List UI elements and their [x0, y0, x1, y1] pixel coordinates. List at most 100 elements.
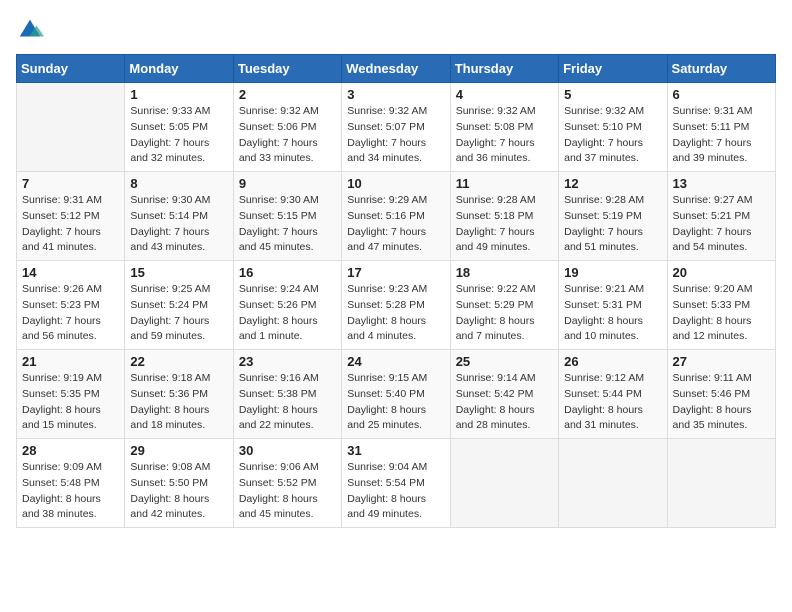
- weekday-header-tuesday: Tuesday: [233, 55, 341, 83]
- calendar-cell: 21 Sunrise: 9:19 AMSunset: 5:35 PMDayligh…: [17, 350, 125, 439]
- calendar-cell: 12 Sunrise: 9:28 AMSunset: 5:19 PMDayligh…: [559, 172, 667, 261]
- day-info: Sunrise: 9:19 AMSunset: 5:35 PMDaylight:…: [22, 371, 119, 434]
- weekday-header-row: SundayMondayTuesdayWednesdayThursdayFrid…: [17, 55, 776, 83]
- calendar-cell: 7 Sunrise: 9:31 AMSunset: 5:12 PMDaylight…: [17, 172, 125, 261]
- day-number: 15: [130, 265, 227, 280]
- calendar-cell: 10 Sunrise: 9:29 AMSunset: 5:16 PMDayligh…: [342, 172, 450, 261]
- day-number: 18: [456, 265, 553, 280]
- calendar-cell: 27 Sunrise: 9:11 AMSunset: 5:46 PMDayligh…: [667, 350, 775, 439]
- weekday-header-friday: Friday: [559, 55, 667, 83]
- day-number: 7: [22, 176, 119, 191]
- calendar-cell: 4 Sunrise: 9:32 AMSunset: 5:08 PMDaylight…: [450, 83, 558, 172]
- day-info: Sunrise: 9:33 AMSunset: 5:05 PMDaylight:…: [130, 104, 227, 167]
- calendar-cell: 15 Sunrise: 9:25 AMSunset: 5:24 PMDayligh…: [125, 261, 233, 350]
- calendar-cell: 23 Sunrise: 9:16 AMSunset: 5:38 PMDayligh…: [233, 350, 341, 439]
- weekday-header-thursday: Thursday: [450, 55, 558, 83]
- day-info: Sunrise: 9:30 AMSunset: 5:15 PMDaylight:…: [239, 193, 336, 256]
- day-number: 26: [564, 354, 661, 369]
- day-info: Sunrise: 9:20 AMSunset: 5:33 PMDaylight:…: [673, 282, 770, 345]
- day-number: 8: [130, 176, 227, 191]
- day-number: 9: [239, 176, 336, 191]
- day-info: Sunrise: 9:15 AMSunset: 5:40 PMDaylight:…: [347, 371, 444, 434]
- calendar-cell: [450, 439, 558, 528]
- calendar-cell: 16 Sunrise: 9:24 AMSunset: 5:26 PMDayligh…: [233, 261, 341, 350]
- day-info: Sunrise: 9:31 AMSunset: 5:12 PMDaylight:…: [22, 193, 119, 256]
- day-number: 19: [564, 265, 661, 280]
- day-number: 4: [456, 87, 553, 102]
- day-info: Sunrise: 9:08 AMSunset: 5:50 PMDaylight:…: [130, 460, 227, 523]
- calendar-cell: 5 Sunrise: 9:32 AMSunset: 5:10 PMDaylight…: [559, 83, 667, 172]
- calendar-cell: 31Sunrise: 9:04 AMSunset: 5:54 PMDayligh…: [342, 439, 450, 528]
- day-info: Sunrise: 9:25 AMSunset: 5:24 PMDaylight:…: [130, 282, 227, 345]
- day-number: 13: [673, 176, 770, 191]
- calendar-cell: 17Sunrise: 9:23 AMSunset: 5:28 PMDayligh…: [342, 261, 450, 350]
- week-row-5: 28Sunrise: 9:09 AMSunset: 5:48 PMDayligh…: [17, 439, 776, 528]
- calendar-cell: 1 Sunrise: 9:33 AMSunset: 5:05 PMDaylight…: [125, 83, 233, 172]
- day-number: 2: [239, 87, 336, 102]
- calendar-cell: [559, 439, 667, 528]
- day-info: Sunrise: 9:28 AMSunset: 5:19 PMDaylight:…: [564, 193, 661, 256]
- day-number: 25: [456, 354, 553, 369]
- day-info: Sunrise: 9:23 AMSunset: 5:28 PMDaylight:…: [347, 282, 444, 345]
- weekday-header-monday: Monday: [125, 55, 233, 83]
- day-number: 12: [564, 176, 661, 191]
- day-number: 1: [130, 87, 227, 102]
- day-number: 23: [239, 354, 336, 369]
- day-number: 24: [347, 354, 444, 369]
- calendar-cell: 26 Sunrise: 9:12 AMSunset: 5:44 PMDayligh…: [559, 350, 667, 439]
- day-info: Sunrise: 9:31 AMSunset: 5:11 PMDaylight:…: [673, 104, 770, 167]
- calendar-cell: 9 Sunrise: 9:30 AMSunset: 5:15 PMDaylight…: [233, 172, 341, 261]
- day-number: 10: [347, 176, 444, 191]
- day-info: Sunrise: 9:18 AMSunset: 5:36 PMDaylight:…: [130, 371, 227, 434]
- calendar-cell: 13 Sunrise: 9:27 AMSunset: 5:21 PMDayligh…: [667, 172, 775, 261]
- day-info: Sunrise: 9:04 AMSunset: 5:54 PMDaylight:…: [347, 460, 444, 523]
- day-info: Sunrise: 9:32 AMSunset: 5:10 PMDaylight:…: [564, 104, 661, 167]
- week-row-3: 14 Sunrise: 9:26 AMSunset: 5:23 PMDayligh…: [17, 261, 776, 350]
- calendar-cell: 2 Sunrise: 9:32 AMSunset: 5:06 PMDaylight…: [233, 83, 341, 172]
- day-info: Sunrise: 9:21 AMSunset: 5:31 PMDaylight:…: [564, 282, 661, 345]
- day-number: 6: [673, 87, 770, 102]
- week-row-2: 7 Sunrise: 9:31 AMSunset: 5:12 PMDaylight…: [17, 172, 776, 261]
- day-info: Sunrise: 9:32 AMSunset: 5:07 PMDaylight:…: [347, 104, 444, 167]
- weekday-header-wednesday: Wednesday: [342, 55, 450, 83]
- day-info: Sunrise: 9:14 AMSunset: 5:42 PMDaylight:…: [456, 371, 553, 434]
- day-info: Sunrise: 9:11 AMSunset: 5:46 PMDaylight:…: [673, 371, 770, 434]
- day-number: 21: [22, 354, 119, 369]
- day-info: Sunrise: 9:26 AMSunset: 5:23 PMDaylight:…: [22, 282, 119, 345]
- day-info: Sunrise: 9:30 AMSunset: 5:14 PMDaylight:…: [130, 193, 227, 256]
- day-info: Sunrise: 9:06 AMSunset: 5:52 PMDaylight:…: [239, 460, 336, 523]
- day-info: Sunrise: 9:32 AMSunset: 5:08 PMDaylight:…: [456, 104, 553, 167]
- calendar-cell: 3 Sunrise: 9:32 AMSunset: 5:07 PMDaylight…: [342, 83, 450, 172]
- weekday-header-saturday: Saturday: [667, 55, 775, 83]
- day-number: 29: [130, 443, 227, 458]
- calendar-cell: 22Sunrise: 9:18 AMSunset: 5:36 PMDayligh…: [125, 350, 233, 439]
- calendar-cell: 25 Sunrise: 9:14 AMSunset: 5:42 PMDayligh…: [450, 350, 558, 439]
- day-info: Sunrise: 9:24 AMSunset: 5:26 PMDaylight:…: [239, 282, 336, 345]
- calendar-cell: 24 Sunrise: 9:15 AMSunset: 5:40 PMDayligh…: [342, 350, 450, 439]
- day-number: 5: [564, 87, 661, 102]
- day-info: Sunrise: 9:28 AMSunset: 5:18 PMDaylight:…: [456, 193, 553, 256]
- week-row-1: 1 Sunrise: 9:33 AMSunset: 5:05 PMDaylight…: [17, 83, 776, 172]
- day-number: 3: [347, 87, 444, 102]
- day-info: Sunrise: 9:29 AMSunset: 5:16 PMDaylight:…: [347, 193, 444, 256]
- calendar-cell: 19 Sunrise: 9:21 AMSunset: 5:31 PMDayligh…: [559, 261, 667, 350]
- calendar-cell: 18 Sunrise: 9:22 AMSunset: 5:29 PMDayligh…: [450, 261, 558, 350]
- calendar-cell: [17, 83, 125, 172]
- calendar-cell: [667, 439, 775, 528]
- calendar-cell: 30Sunrise: 9:06 AMSunset: 5:52 PMDayligh…: [233, 439, 341, 528]
- day-info: Sunrise: 9:32 AMSunset: 5:06 PMDaylight:…: [239, 104, 336, 167]
- day-number: 27: [673, 354, 770, 369]
- day-number: 20: [673, 265, 770, 280]
- day-info: Sunrise: 9:12 AMSunset: 5:44 PMDaylight:…: [564, 371, 661, 434]
- day-info: Sunrise: 9:16 AMSunset: 5:38 PMDaylight:…: [239, 371, 336, 434]
- calendar-cell: 6 Sunrise: 9:31 AMSunset: 5:11 PMDaylight…: [667, 83, 775, 172]
- weekday-header-sunday: Sunday: [17, 55, 125, 83]
- day-number: 16: [239, 265, 336, 280]
- day-number: 14: [22, 265, 119, 280]
- day-info: Sunrise: 9:27 AMSunset: 5:21 PMDaylight:…: [673, 193, 770, 256]
- calendar-cell: 11 Sunrise: 9:28 AMSunset: 5:18 PMDayligh…: [450, 172, 558, 261]
- day-number: 11: [456, 176, 553, 191]
- day-info: Sunrise: 9:09 AMSunset: 5:48 PMDaylight:…: [22, 460, 119, 523]
- day-info: Sunrise: 9:22 AMSunset: 5:29 PMDaylight:…: [456, 282, 553, 345]
- calendar-table: SundayMondayTuesdayWednesdayThursdayFrid…: [16, 54, 776, 528]
